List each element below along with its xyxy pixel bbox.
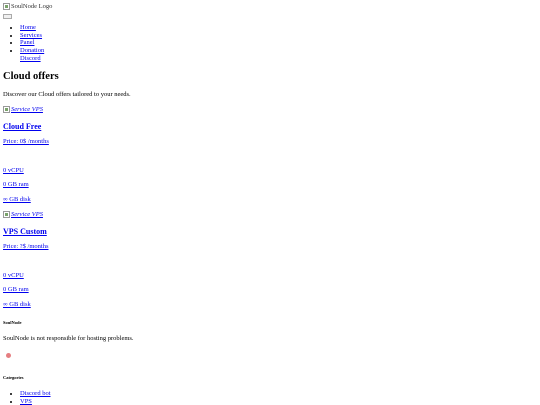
service-price[interactable]: Price: ?$ /months <box>3 243 49 251</box>
menu-toggle-button[interactable] <box>3 14 12 19</box>
nav-link-services[interactable]: Services <box>20 32 42 39</box>
service-disk[interactable]: ∞ GB disk <box>3 196 31 204</box>
page: SoulNode Logo Home Services Panel Donati… <box>0 0 540 405</box>
footer-disclaimer: SoulNode is not responsible for hosting … <box>3 335 134 342</box>
status-dot-icon <box>6 353 11 358</box>
service-price[interactable]: Price: 0$ /months <box>3 138 49 146</box>
main-nav: Home Services Panel Donation Discord <box>3 24 44 62</box>
nav-link-discord[interactable]: Discord <box>20 55 41 62</box>
service-image-alt: Service VPS <box>11 211 43 218</box>
service-image-alt: Service VPS <box>11 106 43 113</box>
nav-item-discord: Discord <box>20 55 44 63</box>
logo-alt-text: SoulNode Logo <box>11 3 53 10</box>
broken-image-icon <box>3 106 10 114</box>
nav-item-home: Home <box>20 24 44 32</box>
nav-link-panel[interactable]: Panel <box>20 39 34 46</box>
service-disk[interactable]: ∞ GB disk <box>3 301 31 309</box>
nav-link-home[interactable]: Home <box>20 24 36 31</box>
service-title[interactable]: Cloud Free <box>3 122 41 132</box>
category-link-vps[interactable]: VPS <box>20 398 32 405</box>
category-link-discord-bot[interactable]: Discord bot <box>20 390 51 397</box>
service-title[interactable]: VPS Custom <box>3 227 47 237</box>
site-logo[interactable]: SoulNode Logo <box>3 3 52 11</box>
page-description: Discover our Cloud offers tailored to yo… <box>3 91 131 98</box>
service-image[interactable]: Service VPS <box>3 211 43 219</box>
footer-categories-heading: Categories <box>3 375 24 380</box>
footer-brand: SoulNode <box>3 320 22 325</box>
footer-categories-list: Discord bot VPS <box>3 390 51 405</box>
nav-link-donation[interactable]: Donation <box>20 47 44 54</box>
nav-item-panel: Panel <box>20 39 44 47</box>
broken-image-icon <box>3 3 10 11</box>
page-title: Cloud offers <box>3 71 59 82</box>
broken-image-icon <box>3 211 10 219</box>
category-item: VPS <box>20 398 51 405</box>
service-ram[interactable]: 0 GB ram <box>3 286 29 294</box>
service-cpu[interactable]: 0 vCPU <box>3 272 24 280</box>
nav-item-services: Services <box>20 32 44 40</box>
category-item: Discord bot <box>20 390 51 398</box>
service-cpu[interactable]: 0 vCPU <box>3 167 24 175</box>
service-ram[interactable]: 0 GB ram <box>3 181 29 189</box>
service-image[interactable]: Service VPS <box>3 106 43 114</box>
nav-item-donation: Donation <box>20 47 44 55</box>
